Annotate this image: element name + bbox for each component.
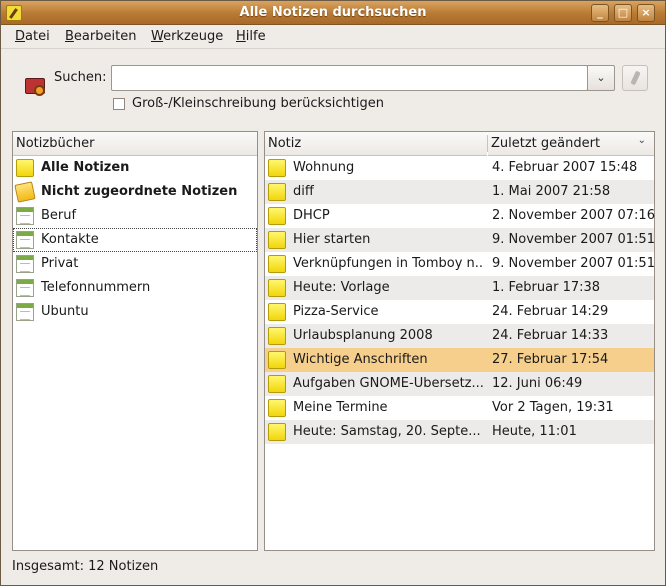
note-icon (268, 255, 286, 273)
notebooks-pane: Notizbücher Alle Notizen Nicht zugeordne… (12, 131, 258, 551)
note-row[interactable]: Verknüpfungen in Tomboy n... 9. November … (265, 252, 655, 276)
clear-search-button[interactable] (622, 65, 648, 91)
menu-datei[interactable]: Datei (15, 29, 50, 44)
status-bar: Insgesamt: 12 Notizen (12, 559, 159, 574)
note-row[interactable]: Pizza-Service 24. Februar 14:29 (265, 300, 654, 324)
clear-icon (630, 70, 641, 86)
menu-werkzeuge[interactable]: Werkzeuge (151, 29, 223, 44)
menu-bearbeiten[interactable]: Bearbeiten (65, 29, 136, 44)
note-date: 24. Februar 14:33 (492, 328, 609, 343)
note-date: 27. Februar 17:54 (492, 352, 609, 367)
note-date: 1. Februar 17:38 (492, 280, 601, 295)
note-date: 2. November 2007 07:16 (492, 208, 655, 223)
notebook-label: Kontakte (41, 232, 99, 247)
notes-list: Wohnung 4. Februar 2007 15:48 diff 1. Mai … (265, 156, 655, 444)
note-row[interactable]: Wohnung 4. Februar 2007 15:48 (265, 156, 654, 180)
date-column-label: Zuletzt geändert (491, 136, 601, 151)
note-icon (268, 207, 286, 225)
search-all-notes-window: Alle Notizen durchsuchen _ □ × Datei Bea… (0, 0, 666, 586)
notebook-icon (16, 279, 34, 297)
note-date: 12. Juni 06:49 (492, 376, 583, 391)
notebooks-list: Alle Notizen Nicht zugeordnete Notizen B… (13, 156, 257, 324)
note-icon (268, 351, 286, 369)
note-icon (268, 327, 286, 345)
note-row[interactable]: Heute: Samstag, 20. Septe... Heute, 11:01 (265, 420, 654, 444)
note-icon (268, 279, 286, 297)
notebook-icon (16, 255, 34, 273)
note-date: 9. November 2007 01:51 (492, 256, 655, 271)
note-icon (268, 375, 286, 393)
note-title: Wohnung (293, 160, 355, 175)
note-title: Heute: Samstag, 20. Septe... (293, 424, 481, 439)
note-row-selected[interactable]: Wichtige Anschriften 27. Februar 17:54 (265, 348, 654, 372)
notebook-label: Alle Notizen (41, 160, 130, 175)
note-title: Meine Termine (293, 400, 388, 415)
sort-descending-icon: ⌄ (637, 135, 646, 146)
notes-title-column-header[interactable]: Notiz (265, 132, 487, 156)
notebook-label: Ubuntu (41, 304, 89, 319)
note-date: 24. Februar 14:29 (492, 304, 609, 319)
notes-pane: Notiz Zuletzt geändert ⌄ Wohnung 4. Febru… (264, 131, 655, 551)
notebook-icon (16, 207, 34, 225)
note-icon (268, 399, 286, 417)
search-history-dropdown[interactable]: ⌄ (587, 65, 615, 91)
note-row[interactable]: Hier starten 9. November 2007 01:51 (265, 228, 655, 252)
unfiled-notes-icon (14, 181, 36, 203)
notebook-item-kontakte[interactable]: Kontakte (13, 228, 257, 252)
note-icon (268, 303, 286, 321)
note-icon (268, 423, 286, 441)
notebook-item-telefonnummern[interactable]: Telefonnummern (13, 276, 257, 300)
note-title: Aufgaben GNOME-Übersetz... (293, 376, 483, 391)
close-button[interactable]: × (637, 4, 655, 22)
note-date: 9. November 2007 01:51 (492, 232, 655, 247)
note-title: Pizza-Service (293, 304, 379, 319)
note-icon (268, 159, 286, 177)
note-row[interactable]: diff 1. Mai 2007 21:58 (265, 180, 654, 204)
note-row[interactable]: Aufgaben GNOME-Übersetz... 12. Juni 06:49 (265, 372, 654, 396)
note-icon (268, 231, 286, 249)
note-icon (16, 159, 34, 177)
note-row[interactable]: Urlaubsplanung 2008 24. Februar 14:33 (265, 324, 654, 348)
note-date: 1. Mai 2007 21:58 (492, 184, 611, 199)
notebook-icon (16, 231, 34, 249)
search-input[interactable] (111, 65, 588, 91)
notebooks-column-header[interactable]: Notizbücher (13, 132, 257, 156)
search-notes-icon (25, 76, 47, 98)
notebook-item-ubuntu[interactable]: Ubuntu (13, 300, 257, 324)
note-title: Urlaubsplanung 2008 (293, 328, 433, 343)
case-sensitive-label[interactable]: Groß-/Kleinschreibung berücksichtigen (132, 96, 384, 111)
notebook-label: Nicht zugeordnete Notizen (41, 184, 238, 199)
menu-bar: Datei Bearbeiten Werkzeuge Hilfe (1, 25, 665, 49)
note-title: Verknüpfungen in Tomboy n... (293, 256, 483, 271)
note-date: Heute, 11:01 (492, 424, 577, 439)
notebook-item-beruf[interactable]: Beruf (13, 204, 257, 228)
note-date: 4. Februar 2007 15:48 (492, 160, 638, 175)
case-sensitive-checkbox[interactable] (113, 98, 125, 110)
maximize-button[interactable]: □ (614, 4, 632, 22)
chevron-down-icon: ⌄ (596, 71, 606, 84)
minimize-button[interactable]: _ (591, 4, 609, 22)
notebook-label: Beruf (41, 208, 77, 223)
notebook-item-privat[interactable]: Privat (13, 252, 257, 276)
note-title: Wichtige Anschriften (293, 352, 428, 367)
notebook-label: Privat (41, 256, 79, 271)
search-label: Suchen: (54, 70, 107, 85)
note-icon (268, 183, 286, 201)
notebook-item-nicht-zugeordnet[interactable]: Nicht zugeordnete Notizen (13, 180, 257, 204)
note-title: Hier starten (293, 232, 371, 247)
notes-date-column-header[interactable]: Zuletzt geändert ⌄ (488, 132, 654, 156)
note-date: Vor 2 Tagen, 19:31 (492, 400, 614, 415)
window-title: Alle Notizen durchsuchen (239, 5, 427, 20)
note-title: diff (293, 184, 314, 199)
note-row[interactable]: DHCP 2. November 2007 07:16 (265, 204, 655, 228)
note-title: Heute: Vorlage (293, 280, 390, 295)
notebook-label: Telefonnummern (41, 280, 151, 295)
note-row[interactable]: Heute: Vorlage 1. Februar 17:38 (265, 276, 654, 300)
notebook-icon (16, 303, 34, 321)
note-row[interactable]: Meine Termine Vor 2 Tagen, 19:31 (265, 396, 654, 420)
title-bar[interactable]: Alle Notizen durchsuchen _ □ × (1, 1, 665, 25)
menu-hilfe[interactable]: Hilfe (236, 29, 266, 44)
note-title: DHCP (293, 208, 330, 223)
notebook-item-alle-notizen[interactable]: Alle Notizen (13, 156, 257, 180)
